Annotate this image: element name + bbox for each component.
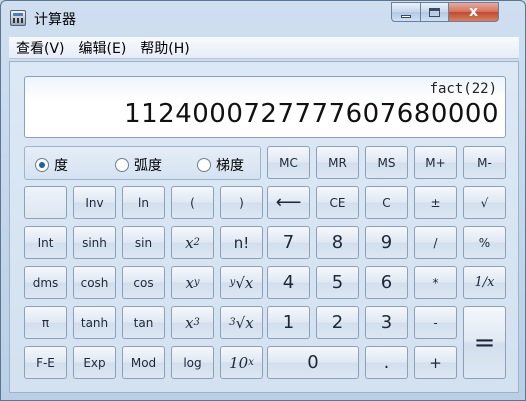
x-squared-button[interactable]: x2	[171, 226, 214, 259]
m-plus-button[interactable]: M+	[414, 146, 457, 179]
m-minus-button[interactable]: M-	[463, 146, 506, 179]
cos-button[interactable]: cos	[122, 266, 165, 299]
add-button[interactable]: +	[414, 346, 457, 379]
angle-degrees-option[interactable]: 度	[35, 155, 68, 175]
ten-power-x-exponent: x	[248, 357, 254, 368]
ten-power-x-button[interactable]: 10 x	[220, 346, 263, 379]
digit-5-button[interactable]: 5	[316, 266, 359, 299]
title-bar[interactable]: 计算器 x	[1, 1, 525, 35]
degrees-radio[interactable]	[35, 158, 49, 172]
maximize-button[interactable]	[421, 2, 449, 22]
radians-label: 弧度	[134, 158, 162, 174]
tan-button[interactable]: tan	[122, 306, 165, 339]
angle-mode-group: 度 弧度 梯度	[24, 146, 261, 180]
display-panel: fact(22) 1124000727777607680000	[24, 76, 506, 138]
digit-1-button[interactable]: 1	[267, 306, 310, 339]
x-power-y-base: x	[185, 273, 194, 292]
menu-bar: 查看(V) 编辑(E) 帮助(H)	[9, 37, 519, 59]
plus-minus-button[interactable]: ±	[414, 186, 457, 219]
gradians-radio[interactable]	[197, 158, 211, 172]
left-paren-button[interactable]: (	[171, 186, 214, 219]
sqrt-button[interactable]: √	[463, 186, 506, 219]
blank-button	[24, 186, 67, 219]
close-icon: x	[468, 4, 479, 20]
digit-7-button[interactable]: 7	[267, 226, 310, 259]
menu-edit[interactable]: 编辑(E)	[72, 38, 134, 58]
dms-button[interactable]: dms	[24, 266, 67, 299]
digit-3-button[interactable]: 3	[365, 306, 408, 339]
digit-9-button[interactable]: 9	[365, 226, 408, 259]
calculator-window: 计算器 x 查看(V) 编辑(E) 帮助(H) fact(22) 1124000…	[0, 0, 526, 401]
factorial-button[interactable]: n!	[220, 226, 263, 259]
ms-button[interactable]: MS	[365, 146, 408, 179]
minimize-icon	[401, 14, 411, 18]
menu-help[interactable]: 帮助(H)	[133, 38, 196, 58]
c-button[interactable]: C	[365, 186, 408, 219]
y-root-symbol: √x	[235, 273, 254, 292]
digit-6-button[interactable]: 6	[365, 266, 408, 299]
sin-button[interactable]: sin	[122, 226, 165, 259]
x-cubed-base: x	[185, 313, 194, 332]
expression-display: fact(22)	[429, 81, 497, 97]
radians-radio[interactable]	[115, 158, 129, 172]
log-button[interactable]: log	[171, 346, 214, 379]
digit-8-button[interactable]: 8	[316, 226, 359, 259]
ln-button[interactable]: ln	[122, 186, 165, 219]
degrees-label: 度	[54, 158, 68, 174]
ce-button[interactable]: CE	[316, 186, 359, 219]
backspace-button[interactable]: ⟵	[267, 186, 310, 219]
menu-view[interactable]: 查看(V)	[9, 38, 72, 58]
window-title: 计算器	[34, 12, 76, 28]
calculator-app-icon	[10, 10, 26, 26]
exp-button[interactable]: Exp	[73, 346, 116, 379]
close-button[interactable]: x	[449, 2, 499, 22]
mod-button[interactable]: Mod	[122, 346, 165, 379]
cosh-button[interactable]: cosh	[73, 266, 116, 299]
x-power-y-button[interactable]: xy	[171, 266, 214, 299]
angle-radians-option[interactable]: 弧度	[115, 155, 162, 175]
right-paren-button[interactable]: )	[220, 186, 263, 219]
mr-button[interactable]: MR	[316, 146, 359, 179]
tanh-button[interactable]: tanh	[73, 306, 116, 339]
pi-button[interactable]: π	[24, 306, 67, 339]
digit-0-button[interactable]: 0	[267, 346, 359, 379]
x-cubed-exponent: 3	[193, 317, 200, 328]
gradians-label: 梯度	[216, 158, 244, 174]
subtract-button[interactable]: -	[414, 306, 457, 339]
x-squared-base: x	[185, 233, 194, 252]
equals-button[interactable]: =	[463, 306, 506, 379]
multiply-button[interactable]: *	[414, 266, 457, 299]
cube-root-symbol: √x	[235, 313, 254, 332]
y-root-x-button[interactable]: y √x	[220, 266, 263, 299]
backspace-icon: ⟵	[275, 192, 302, 213]
x-squared-exponent: 2	[193, 237, 200, 248]
mc-button[interactable]: MC	[267, 146, 310, 179]
decimal-point-button[interactable]: .	[365, 346, 408, 379]
x-power-y-exponent: y	[193, 277, 200, 288]
divide-button[interactable]: /	[414, 226, 457, 259]
minimize-button[interactable]	[391, 2, 421, 22]
maximize-icon	[429, 7, 440, 17]
angle-gradians-option[interactable]: 梯度	[197, 155, 244, 175]
percent-button[interactable]: %	[463, 226, 506, 259]
f-e-button[interactable]: F-E	[24, 346, 67, 379]
digit-4-button[interactable]: 4	[267, 266, 310, 299]
reciprocal-button[interactable]: 1/x	[463, 266, 506, 299]
digit-2-button[interactable]: 2	[316, 306, 359, 339]
inv-button[interactable]: Inv	[73, 186, 116, 219]
int-button[interactable]: Int	[24, 226, 67, 259]
cube-root-button[interactable]: 3 √x	[220, 306, 263, 339]
ten-power-x-base: 10	[229, 353, 249, 372]
calculator-body: fact(22) 1124000727777607680000 度 弧度 梯度 …	[9, 61, 519, 393]
sinh-button[interactable]: sinh	[73, 226, 116, 259]
result-display: 1124000727777607680000	[124, 99, 499, 129]
x-cubed-button[interactable]: x3	[171, 306, 214, 339]
